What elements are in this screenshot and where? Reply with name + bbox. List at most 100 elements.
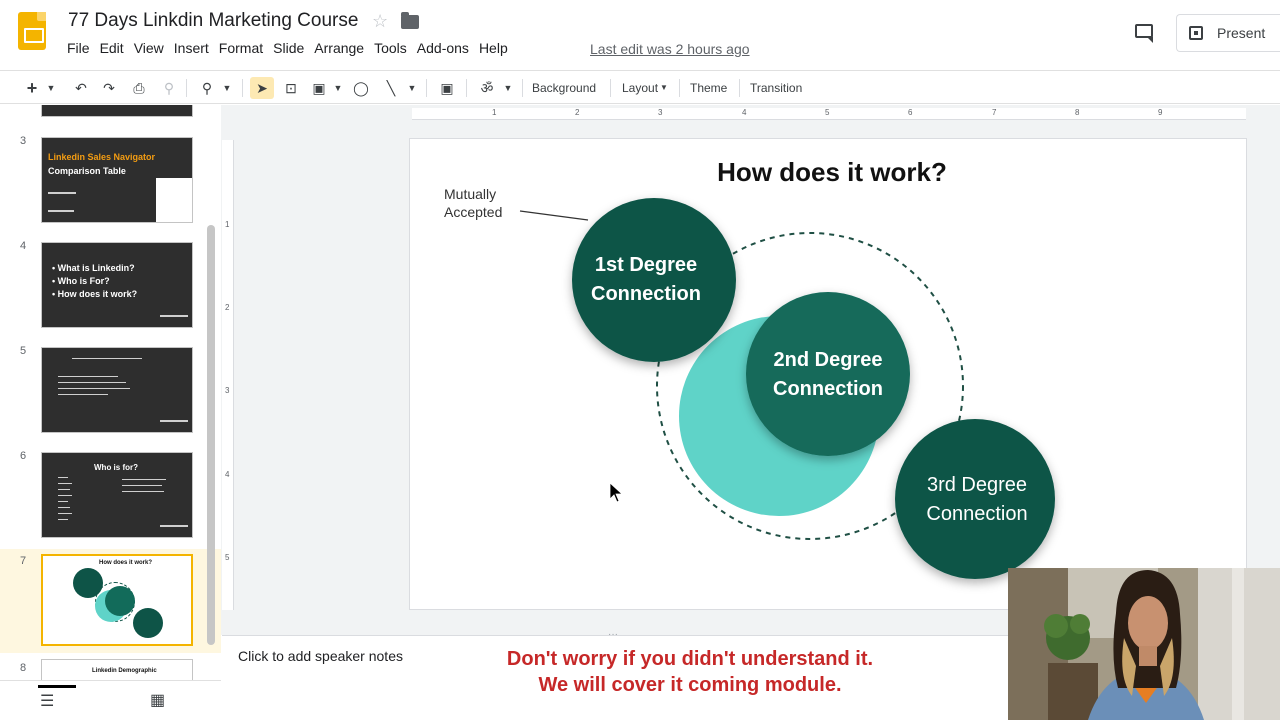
comments-button[interactable]	[1132, 22, 1156, 44]
slide-canvas[interactable]: How does it work? Mutually Accepted 1st …	[410, 139, 1246, 609]
undo-icon[interactable]: ↶	[70, 77, 92, 99]
new-slide-button[interactable]: +	[22, 77, 42, 99]
paint-format-icon[interactable]: ⚲	[158, 77, 180, 99]
webcam-overlay	[1008, 568, 1280, 720]
menu-format[interactable]: Format	[214, 40, 268, 56]
slide-number: 6	[20, 450, 27, 462]
thumbnail-bullet: • What is Linkedin?	[52, 263, 135, 273]
thumbnail-text-line	[58, 495, 72, 496]
thumbnail-text-line	[58, 513, 72, 514]
node-2nd-degree[interactable]	[746, 292, 910, 456]
node-2nd-line-1: 2nd Degree	[774, 349, 883, 371]
grid-view-icon[interactable]: ▦	[150, 690, 165, 710]
thumbnail-node	[133, 608, 163, 638]
print-icon[interactable]: ⎙	[128, 77, 150, 99]
node-1st-line-1: 1st Degree	[595, 254, 697, 276]
layout-button[interactable]: Layout	[622, 77, 658, 99]
thumbnail-title: Who is for?	[94, 463, 138, 472]
menu-slide[interactable]: Slide	[268, 40, 309, 56]
slide-thumbnail-7[interactable]: How does it work?	[41, 554, 193, 646]
horizontal-ruler[interactable]: 1 2 3 4 5 6 7 8 9	[412, 108, 1246, 120]
star-icon[interactable]: ☆	[372, 11, 388, 32]
node-1st-degree[interactable]	[572, 198, 736, 362]
slide-number: 8	[20, 662, 27, 674]
background-button[interactable]: Background	[532, 77, 596, 99]
folder-icon[interactable]	[401, 12, 419, 29]
menu-view[interactable]: View	[129, 40, 169, 56]
slide-number: 7	[20, 555, 27, 567]
thumbnail-text-line	[72, 358, 142, 359]
slide-thumbnail-2[interactable]	[41, 105, 193, 117]
line-icon[interactable]: ╲	[380, 77, 402, 99]
thumbnail-node	[105, 586, 135, 616]
ruler-tick: 4	[742, 108, 747, 117]
thumbnail-text-line	[58, 519, 68, 520]
theme-button[interactable]: Theme	[690, 77, 727, 99]
new-slide-dropdown-icon[interactable]: ▼	[44, 77, 58, 99]
slide-thumbnail-6[interactable]: Who is for?	[41, 452, 193, 538]
redo-icon[interactable]: ↷	[98, 77, 120, 99]
input-tools-icon[interactable]: ॐ	[476, 77, 498, 99]
slide-filmstrip: 3 Linkedin Sales Navigator Comparison Ta…	[0, 105, 221, 680]
input-tools-dropdown-icon[interactable]: ▼	[502, 77, 514, 99]
layout-dropdown-icon[interactable]: ▼	[659, 77, 669, 99]
last-edit-link[interactable]: Last edit was 2 hours ago	[590, 41, 750, 57]
node-3rd-line-1: 3rd Degree	[927, 474, 1027, 496]
thumbnail-text-line	[58, 507, 70, 508]
node-3rd-degree[interactable]	[895, 419, 1055, 579]
menu-edit[interactable]: Edit	[95, 40, 129, 56]
line-dropdown-icon[interactable]: ▼	[406, 77, 418, 99]
thumbnail-text-line	[58, 477, 68, 478]
present-icon	[1189, 26, 1203, 40]
text-box-icon[interactable]: ⊡	[280, 77, 302, 99]
ruler-tick: 2	[575, 108, 580, 117]
slide-thumbnail-4[interactable]: • What is Linkedin? • Who is For? • How …	[41, 242, 193, 328]
ruler-tick: 3	[658, 108, 663, 117]
transition-button[interactable]: Transition	[750, 77, 802, 99]
thumbnail-text-line	[58, 501, 68, 502]
mouse-cursor-icon	[609, 482, 624, 503]
menu-addons[interactable]: Add-ons	[412, 40, 474, 56]
notes-resize-handle[interactable]: ···	[608, 629, 618, 640]
slides-logo-icon[interactable]	[18, 12, 46, 50]
thumbnail-text-line	[58, 483, 72, 484]
vertical-ruler[interactable]: 1 2 3 4 5	[222, 140, 234, 610]
filmstrip-footer: ☰ ▦	[0, 680, 221, 720]
image-dropdown-icon[interactable]: ▼	[332, 77, 344, 99]
image-icon[interactable]: ▣	[308, 77, 330, 99]
menu-help[interactable]: Help	[474, 40, 513, 56]
thumbnail-title: Linkedin Demographic	[92, 668, 157, 674]
slide-number: 5	[20, 345, 27, 357]
toolbar: + ▼ ↶ ↷ ⎙ ⚲ ⚲ ▼ ➤ ⊡ ▣ ▼ ◯ ╲ ▼ ▣ ॐ ▼ Back…	[0, 70, 1280, 104]
thumbnail-text-line	[58, 382, 126, 383]
menu-tools[interactable]: Tools	[369, 40, 412, 56]
document-title[interactable]: 77 Days Linkdin Marketing Course	[68, 10, 358, 32]
toolbar-divider	[242, 79, 243, 97]
slide-thumbnail-3[interactable]: Linkedin Sales Navigator Comparison Tabl…	[41, 137, 193, 223]
select-tool-icon[interactable]: ➤	[250, 77, 274, 99]
thumbnail-text-line	[58, 388, 130, 389]
annotation-pointer-line	[519, 210, 589, 221]
thumbnail-text-line	[58, 376, 118, 377]
thumbnail-node	[73, 568, 103, 598]
menu-insert[interactable]: Insert	[169, 40, 214, 56]
connection-diagram: 1st Degree Connection 2nd Degree Connect…	[519, 198, 1055, 579]
thumbnail-text-line	[58, 489, 70, 490]
filmstrip-scrollbar[interactable]	[207, 225, 215, 645]
menu-arrange[interactable]: Arrange	[309, 40, 369, 56]
comment-add-icon[interactable]: ▣	[436, 77, 458, 99]
ruler-tick: 7	[992, 108, 997, 117]
thumbnail-text-line	[48, 192, 76, 194]
filmstrip-view-icon[interactable]: ☰	[40, 691, 54, 711]
slide-thumbnail-5[interactable]	[41, 347, 193, 433]
present-button[interactable]: Present	[1176, 14, 1280, 52]
thumbnail-table	[156, 178, 192, 222]
zoom-dropdown-icon[interactable]: ▼	[220, 77, 234, 99]
toolbar-divider	[466, 79, 467, 97]
ruler-tick: 1	[492, 108, 497, 117]
shape-icon[interactable]: ◯	[350, 77, 372, 99]
slide-thumbnail-8[interactable]: Linkedin Demographic	[41, 659, 193, 680]
menu-file[interactable]: File	[62, 40, 95, 56]
node-1st-line-2: Connection	[591, 283, 701, 305]
zoom-icon[interactable]: ⚲	[196, 77, 218, 99]
